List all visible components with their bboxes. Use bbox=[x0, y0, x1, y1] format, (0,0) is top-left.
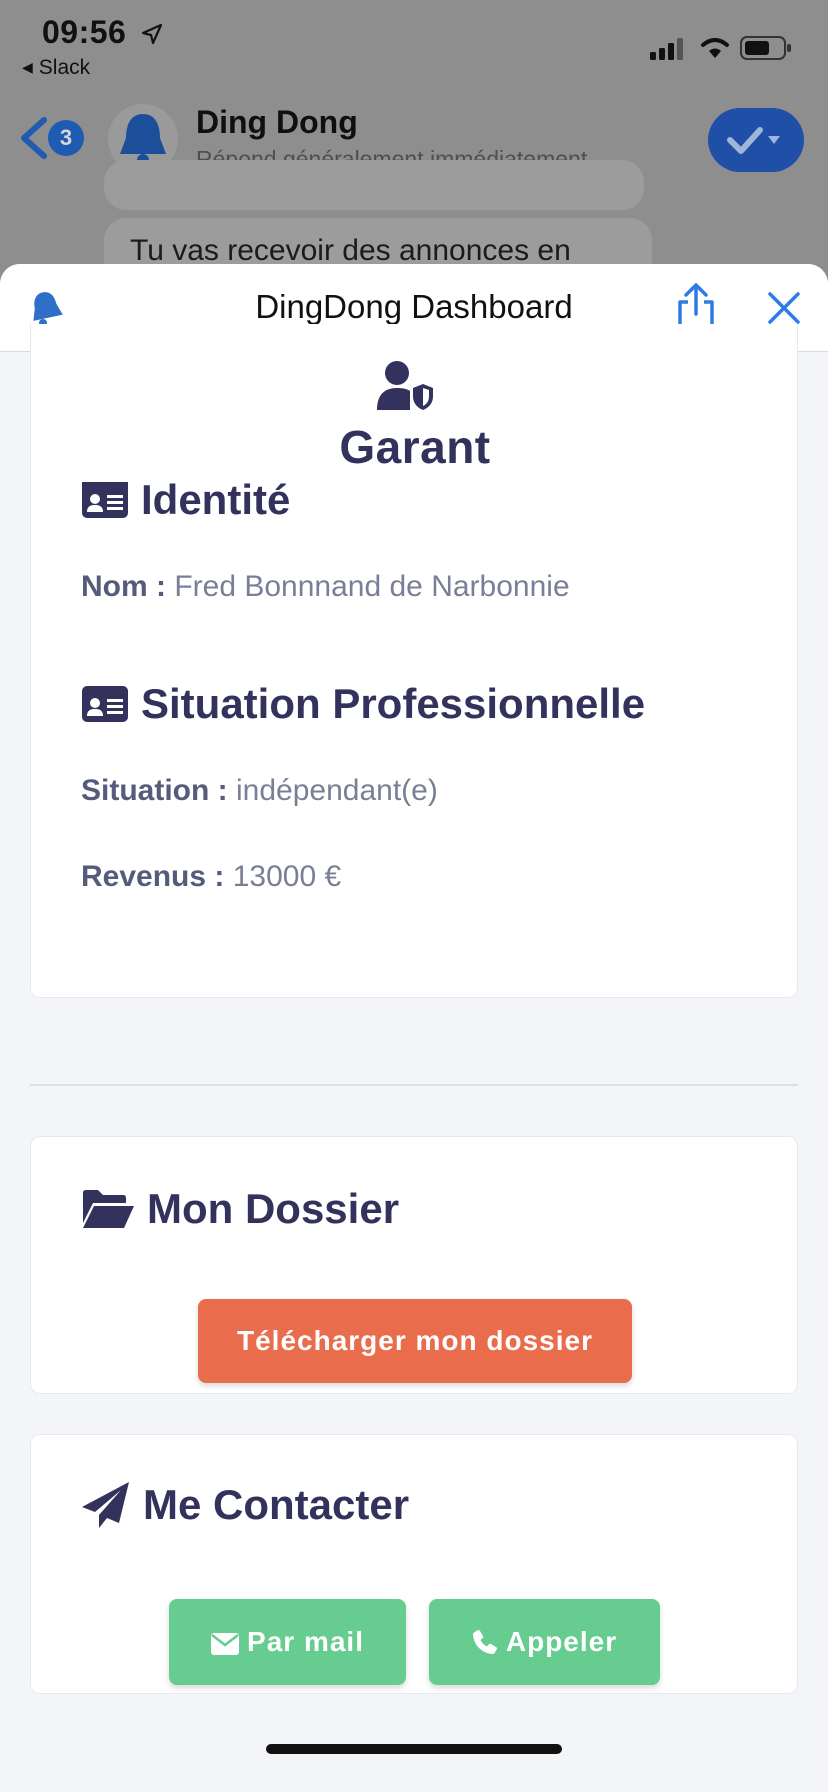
dossier-heading: Mon Dossier bbox=[81, 1185, 399, 1233]
chat-bubble-text: Tu vas recevoir des annonces en bbox=[130, 234, 571, 267]
contact-heading-label: Me Contacter bbox=[143, 1481, 410, 1528]
status-toggle-button[interactable] bbox=[708, 108, 804, 172]
nom-value: Fred Bonnnand de Narbonnie bbox=[174, 570, 570, 603]
paper-plane-icon bbox=[82, 1482, 129, 1528]
situation-value: indépendant(e) bbox=[236, 774, 438, 807]
dashboard-sheet: DingDong Dashboard Garant Identité Nom:… bbox=[0, 264, 828, 1792]
unread-badge: 3 bbox=[48, 120, 84, 156]
garant-card: Garant Identité Nom : Fred Bonnnand de N… bbox=[30, 324, 798, 998]
battery-icon bbox=[740, 36, 791, 60]
envelope-icon bbox=[211, 1633, 240, 1655]
back-app-label: Slack bbox=[38, 56, 91, 79]
contact-card: Me Contacter Par mail Appeler bbox=[30, 1434, 798, 1694]
home-indicator[interactable] bbox=[266, 1744, 562, 1754]
situation-pro-heading: Situation Professionnelle bbox=[81, 680, 645, 728]
check-icon bbox=[727, 127, 780, 154]
chevron-left-icon bbox=[21, 117, 47, 159]
nom-label: Nom : bbox=[81, 570, 166, 603]
user-shield-icon bbox=[377, 361, 433, 410]
call-button[interactable]: Appeler bbox=[429, 1599, 660, 1685]
id-card-icon bbox=[82, 482, 128, 518]
call-button-label: Appeler bbox=[505, 1626, 618, 1657]
wifi-icon bbox=[701, 38, 729, 58]
revenus-label: Revenus : bbox=[81, 860, 225, 893]
folder-open-icon bbox=[83, 1190, 134, 1228]
status-bar: 09:56 ◀ Slack bbox=[0, 0, 828, 88]
situation-pro-heading-label: Situation Professionnelle bbox=[141, 680, 646, 727]
situation-label: Situation : bbox=[81, 774, 228, 807]
revenus-row: Revenus : 13000 € bbox=[81, 860, 341, 894]
mail-button[interactable]: Par mail bbox=[169, 1599, 406, 1685]
id-card-icon bbox=[82, 686, 128, 722]
background-chat: 09:56 ◀ Slack 3 Ding Dong Répond général… bbox=[0, 0, 828, 300]
signal-icon bbox=[650, 38, 683, 60]
location-arrow-icon bbox=[141, 23, 163, 45]
situation-row: Situation : indépendant(e) bbox=[81, 774, 438, 808]
chat-bubble bbox=[104, 160, 644, 210]
identite-heading: Identité bbox=[81, 476, 290, 524]
phone-icon bbox=[472, 1630, 497, 1654]
back-triangle-icon: ◀ bbox=[22, 59, 33, 75]
garant-title: Garant bbox=[339, 421, 491, 473]
mail-button-label: Par mail bbox=[247, 1626, 364, 1657]
back-to-app-link[interactable]: ◀ Slack bbox=[22, 56, 90, 80]
dossier-card: Mon Dossier Télécharger mon dossier bbox=[30, 1136, 798, 1394]
download-dossier-button[interactable]: Télécharger mon dossier bbox=[198, 1299, 632, 1383]
revenus-value: 13000 € bbox=[232, 860, 342, 893]
contact-heading: Me Contacter bbox=[81, 1481, 409, 1529]
nom-row: Nom : Fred Bonnnand de Narbonnie bbox=[81, 570, 570, 604]
dossier-heading-label: Mon Dossier bbox=[147, 1185, 400, 1232]
section-divider bbox=[30, 1084, 798, 1086]
back-button[interactable]: 3 bbox=[18, 116, 88, 160]
identite-heading-label: Identité bbox=[141, 476, 291, 523]
chat-name: Ding Dong bbox=[196, 104, 358, 140]
status-time: 09:56 bbox=[42, 14, 127, 50]
